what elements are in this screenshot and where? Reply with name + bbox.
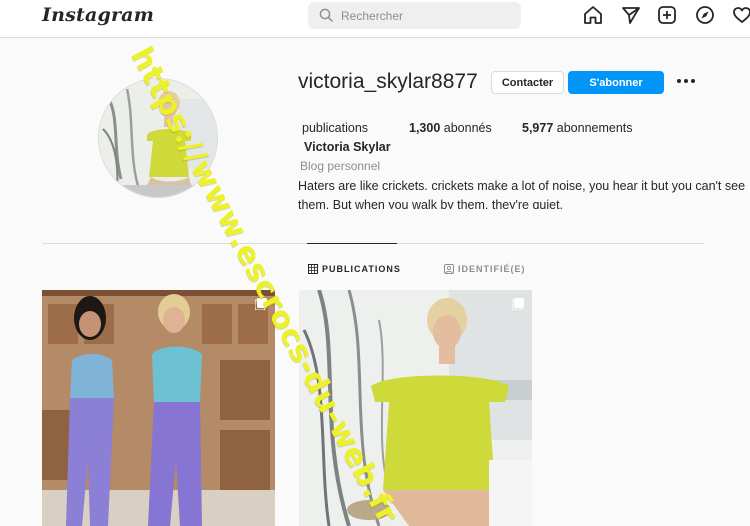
heart-icon[interactable] <box>731 4 750 26</box>
profile-category: Blog personnel <box>300 159 381 173</box>
top-nav-bar: Instagram <box>0 0 750 38</box>
followers-label: abonnés <box>443 121 492 135</box>
search-input[interactable] <box>341 6 511 25</box>
tab-publications-label: PUBLICATIONS <box>322 264 401 274</box>
bio-line-2: them. But when you walk by them, they're… <box>298 198 564 209</box>
grid-icon <box>308 264 318 274</box>
send-icon[interactable] <box>620 4 642 26</box>
post-2-photo <box>299 290 532 526</box>
following-label: abonnements <box>556 121 633 135</box>
tagged-user-icon <box>444 264 454 274</box>
profile-bio: Haters are like crickets. crickets make … <box>298 177 750 209</box>
following-count: 5,977 <box>522 121 554 135</box>
stat-followers[interactable]: 1,300 abonnés <box>409 121 492 135</box>
multiple-photos-icon <box>512 298 524 310</box>
active-tab-indicator <box>307 243 397 244</box>
publications-label: publications <box>302 121 369 135</box>
more-options-icon[interactable] <box>675 76 697 88</box>
profile-avatar[interactable] <box>98 78 218 198</box>
search-icon <box>319 8 333 22</box>
new-post-icon[interactable] <box>656 4 678 26</box>
avatar-photo <box>99 79 217 197</box>
followers-count: 1,300 <box>409 121 441 135</box>
multiple-photos-icon <box>255 298 267 310</box>
post-thumbnail-2[interactable] <box>299 290 532 526</box>
post-1-photo <box>42 290 275 526</box>
search-box[interactable] <box>308 2 521 29</box>
explore-icon[interactable] <box>694 4 716 26</box>
stat-following[interactable]: 5,977 abonnements <box>522 121 633 135</box>
follow-button[interactable]: S'abonner <box>568 71 664 94</box>
tab-identified[interactable]: IDENTIFIÉ(E) <box>444 264 526 274</box>
profile-username: victoria_skylar8877 <box>298 70 478 93</box>
contact-button[interactable]: Contacter <box>491 71 564 94</box>
bio-line-1: Haters are like crickets. crickets make … <box>298 179 746 193</box>
post-thumbnail-1[interactable] <box>42 290 275 526</box>
instagram-logo[interactable]: Instagram <box>42 4 154 26</box>
stat-publications[interactable]: publications <box>302 121 368 135</box>
tab-publications[interactable]: PUBLICATIONS <box>308 264 401 274</box>
home-icon[interactable] <box>582 4 604 26</box>
profile-full-name: Victoria Skylar <box>304 140 391 154</box>
tab-identified-label: IDENTIFIÉ(E) <box>458 264 526 274</box>
